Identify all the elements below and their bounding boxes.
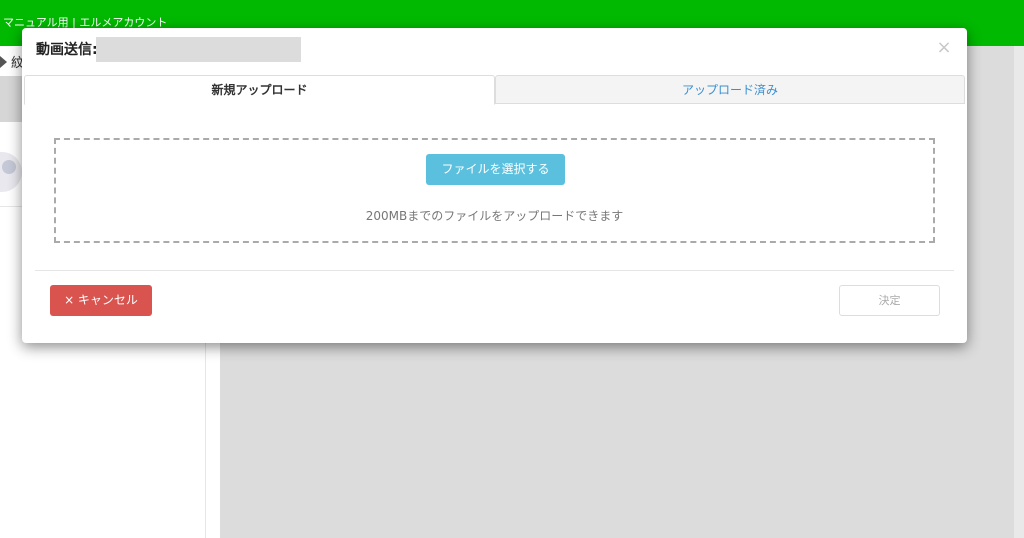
- file-dropzone[interactable]: ファイルを選択する 200MBまでのファイルをアップロードできます: [54, 138, 935, 243]
- tab-uploaded[interactable]: アップロード済み: [495, 75, 965, 104]
- caret-right-icon[interactable]: [0, 56, 7, 68]
- scrollbar-track[interactable]: [1014, 46, 1024, 538]
- upload-size-hint: 200MBまでのファイルをアップロードできます: [365, 209, 624, 223]
- close-icon[interactable]: ×: [936, 38, 952, 58]
- video-send-modal: 動画送信: × 新規アップロード アップロード済み ファイルを選択する 200M…: [22, 28, 967, 343]
- cancel-button[interactable]: × キャンセル: [50, 285, 152, 316]
- upload-tabs: 新規アップロード アップロード済み: [24, 75, 965, 105]
- confirm-button[interactable]: 決定: [839, 285, 940, 316]
- redacted-title-field: [96, 37, 301, 62]
- footer-divider: [35, 270, 954, 271]
- sidebar-placeholder-block: [0, 76, 22, 122]
- select-file-button[interactable]: ファイルを選択する: [426, 154, 565, 185]
- modal-title: 動画送信:: [36, 42, 98, 58]
- tab-new-upload[interactable]: 新規アップロード: [24, 75, 495, 105]
